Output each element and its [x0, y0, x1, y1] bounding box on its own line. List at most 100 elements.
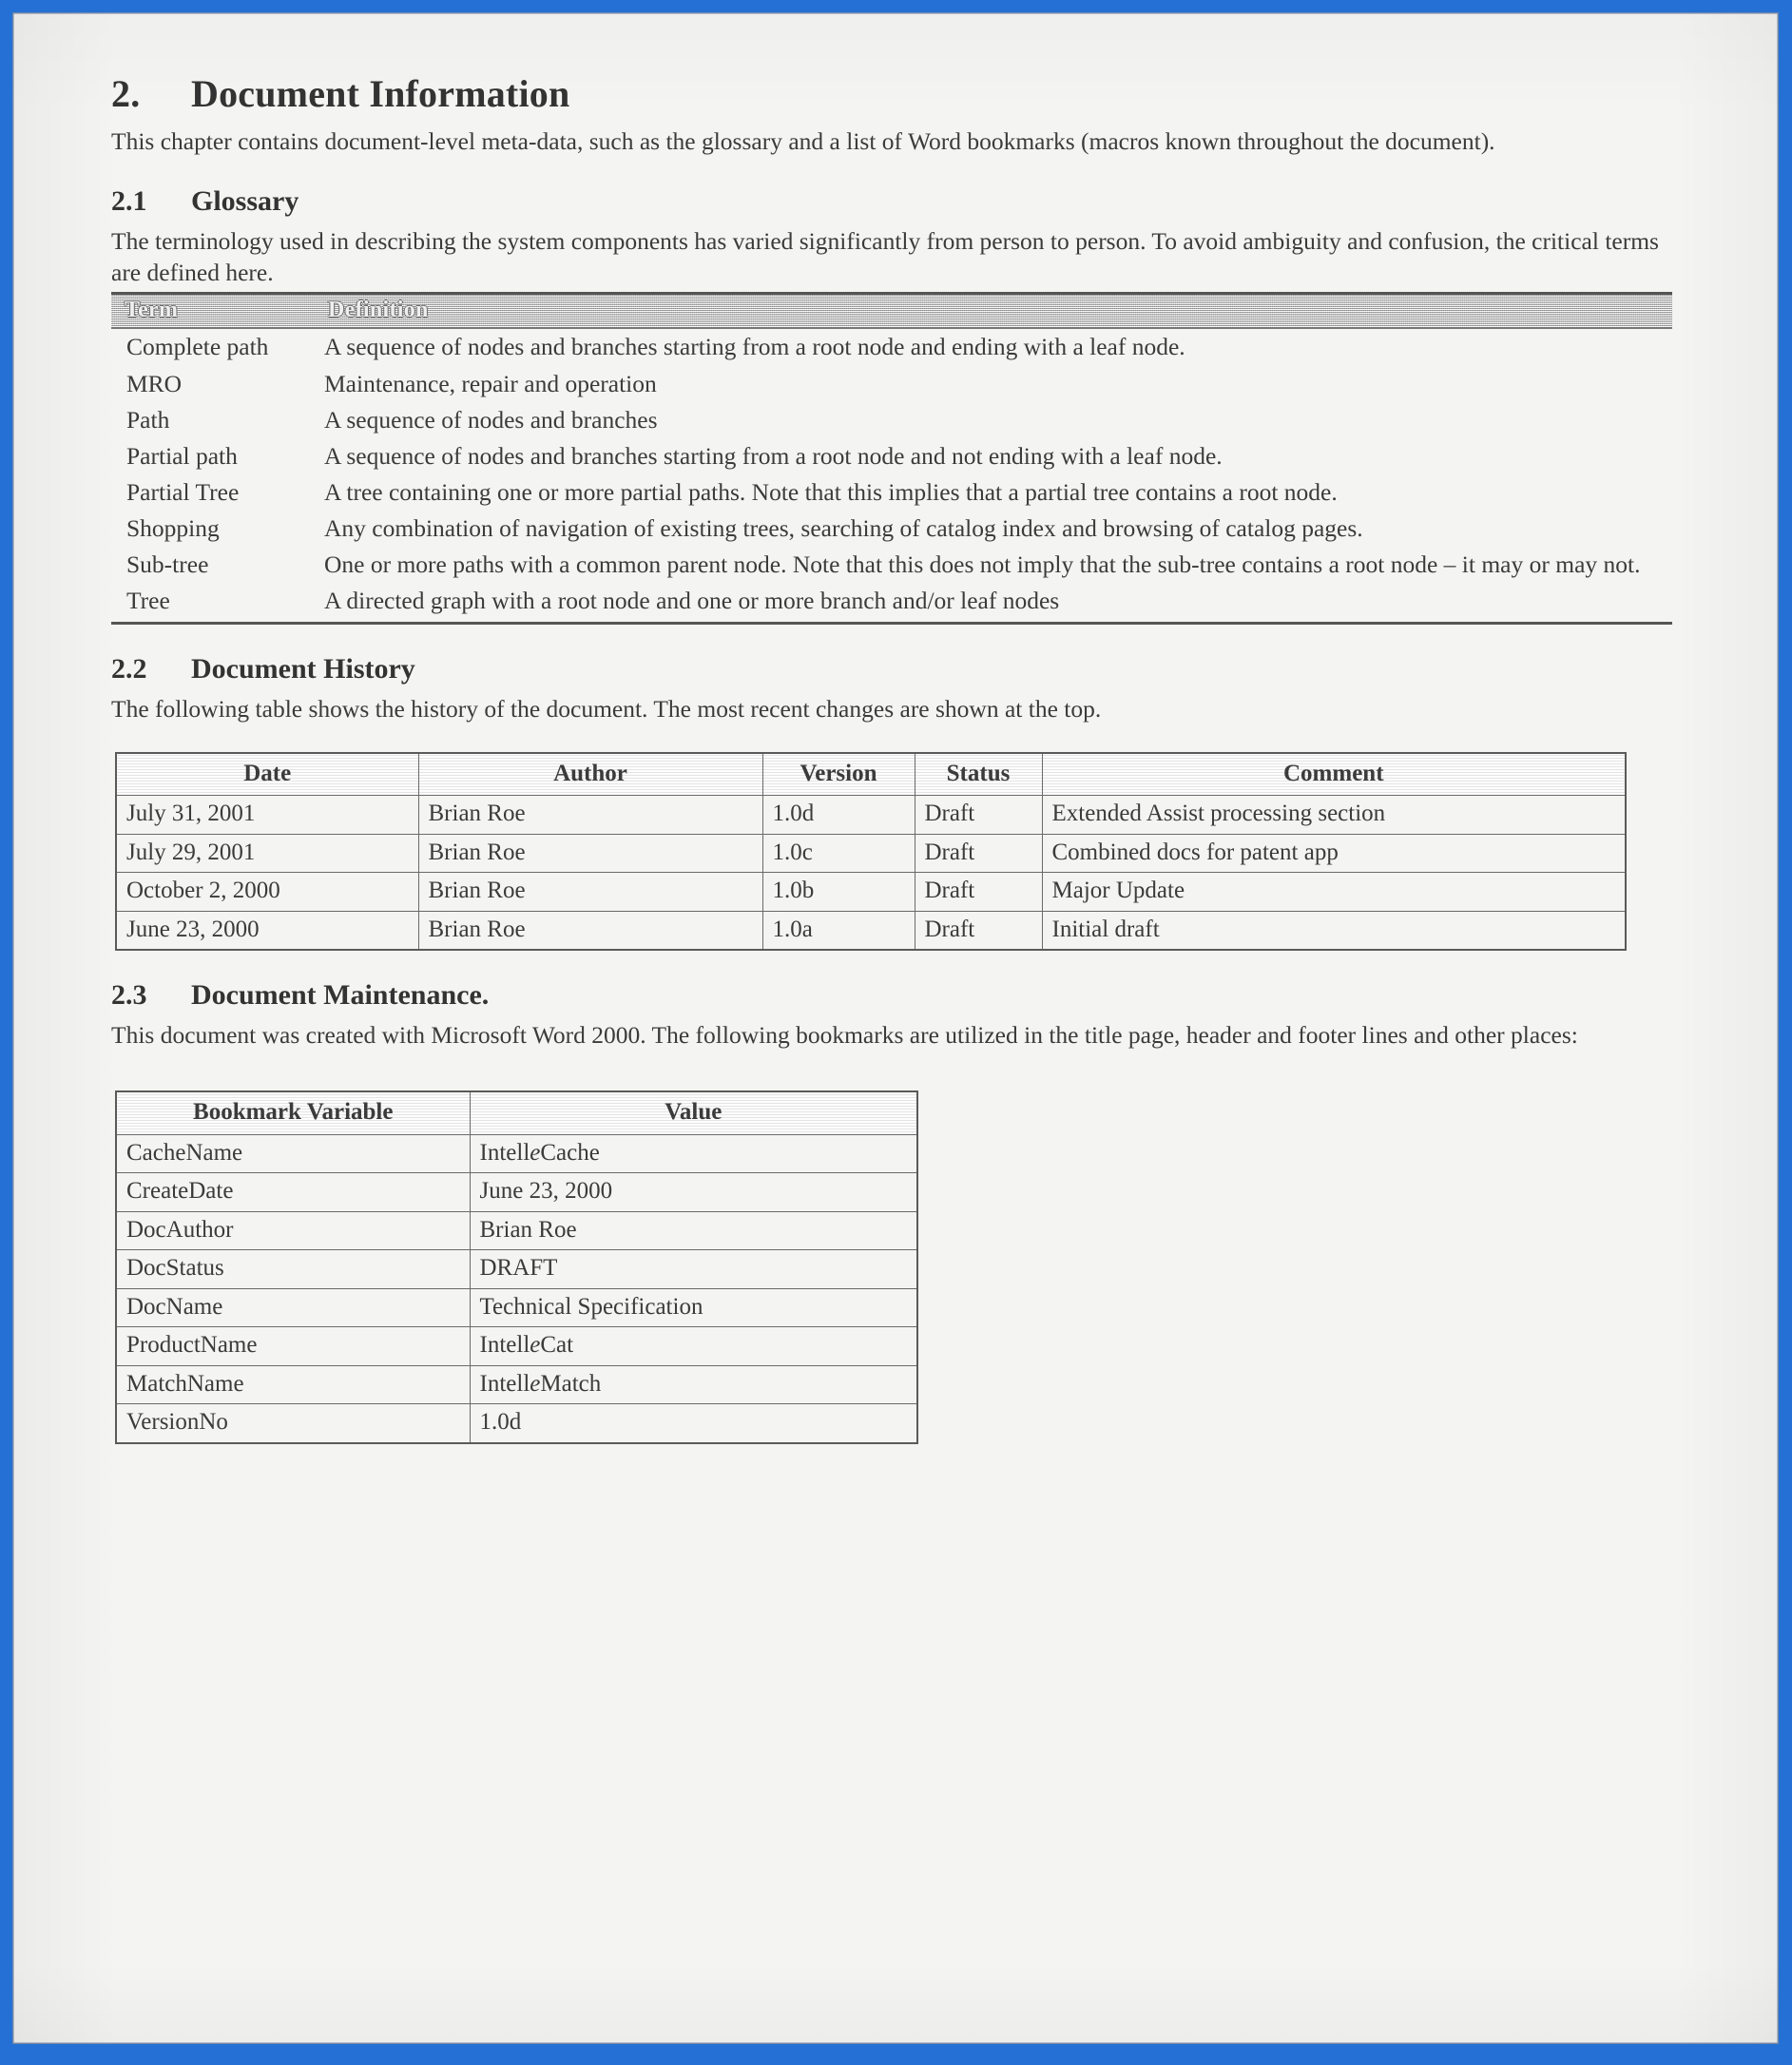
table-row: DocAuthor Brian Roe — [115, 1210, 918, 1251]
history-author: Brian Roe — [417, 833, 763, 874]
history-comment: Initial draft — [1041, 910, 1627, 951]
glossary-term: Partial path — [126, 441, 238, 470]
history-author: Brian Roe — [417, 910, 763, 951]
history-date: July 29, 2001 — [115, 833, 419, 874]
section-heading-history: 2.2 Document History — [111, 653, 1672, 685]
value-pre: Intell — [479, 1370, 530, 1397]
value-italic: e — [530, 1332, 541, 1359]
table-row: Complete path A sequence of nodes and br… — [111, 329, 1672, 365]
value-pre: DRAFT — [479, 1255, 558, 1282]
table-row: Partial path A sequence of nodes and bra… — [111, 438, 1672, 474]
glossary-definition: One or more paths with a common parent n… — [324, 550, 1641, 579]
page-border-frame: 2. Document Information This chapter con… — [0, 0, 1792, 2065]
table-row: July 31, 2001 Brian Roe 1.0d Draft Exten… — [115, 795, 1627, 835]
glossary-intro-paragraph: The terminology used in describing the s… — [111, 227, 1659, 287]
section-number-history: 2.2 — [111, 653, 147, 685]
history-status: Draft — [914, 872, 1043, 912]
table-row: October 2, 2000 Brian Roe 1.0b Draft Maj… — [115, 872, 1627, 912]
value-pre: Intell — [479, 1139, 530, 1166]
glossary-column-header-term: Term — [125, 298, 179, 323]
history-comment: Combined docs for patent app — [1041, 833, 1627, 874]
history-header-row: Date Author Version Status Comment — [115, 752, 1627, 797]
bookmark-value: IntelleCache — [469, 1133, 918, 1174]
chapter-heading: 2. Document Information — [111, 71, 1672, 116]
glossary-term: Partial Tree — [126, 477, 240, 506]
glossary-header-band: Term Definition — [111, 292, 1672, 330]
chapter-title: Document Information — [191, 72, 570, 115]
history-version: 1.0c — [761, 833, 915, 874]
history-comment: Extended Assist processing section — [1041, 795, 1627, 835]
history-intro-paragraph: The following table shows the history of… — [111, 695, 1102, 724]
history-column-header-status: Status — [914, 752, 1043, 797]
section-heading-maintenance: 2.3 Document Maintenance. — [111, 979, 1672, 1012]
glossary-column-header-definition: Definition — [328, 298, 429, 323]
bookmark-value: 1.0d — [469, 1403, 918, 1444]
document-page: 2. Document Information This chapter con… — [12, 12, 1779, 2044]
glossary-definition: Maintenance, repair and operation — [324, 369, 657, 397]
history-author: Brian Roe — [417, 795, 763, 835]
value-post: Cache — [540, 1139, 600, 1166]
section-heading-glossary: 2.1 Glossary — [111, 185, 1672, 218]
history-version: 1.0d — [761, 795, 915, 835]
bookmark-value: Brian Roe — [469, 1210, 918, 1251]
bookmark-variable: ProductName — [115, 1326, 471, 1366]
section-number-maintenance: 2.3 — [111, 979, 147, 1012]
bookmark-variable: CacheName — [115, 1133, 471, 1174]
bookmark-value: Technical Specification — [469, 1287, 918, 1328]
bookmark-variable: CreateDate — [115, 1172, 471, 1212]
history-date: October 2, 2000 — [115, 872, 419, 912]
glossary-definition: Any combination of navigation of existin… — [324, 514, 1363, 543]
history-comment: Major Update — [1041, 872, 1627, 912]
glossary-term: Shopping — [126, 514, 220, 543]
glossary-definition: A sequence of nodes and branches startin… — [324, 333, 1185, 361]
bookmark-value: IntelleCat — [469, 1326, 918, 1366]
glossary-term: Complete path — [126, 333, 269, 361]
bookmark-value: IntelleMatch — [469, 1364, 918, 1405]
table-row: ProductName IntelleCat — [115, 1326, 918, 1366]
glossary-term: Sub-tree — [126, 550, 209, 579]
history-date: June 23, 2000 — [115, 910, 419, 951]
table-row: Tree A directed graph with a root node a… — [111, 583, 1672, 626]
value-pre: Technical Specification — [479, 1293, 703, 1320]
bookmark-variable: DocName — [115, 1287, 471, 1328]
section-title-glossary: Glossary — [191, 185, 299, 218]
history-author: Brian Roe — [417, 872, 763, 912]
bookmark-value: DRAFT — [469, 1249, 918, 1289]
value-pre: Intell — [479, 1332, 530, 1359]
bookmark-column-header-value: Value — [469, 1090, 918, 1135]
value-italic: e — [530, 1139, 541, 1166]
section-title-maintenance: Document Maintenance. — [191, 979, 490, 1012]
section-number-glossary: 2.1 — [111, 185, 147, 218]
glossary-definition: A sequence of nodes and branches startin… — [324, 441, 1223, 470]
value-post: Cat — [540, 1332, 574, 1359]
table-row: June 23, 2000 Brian Roe 1.0a Draft Initi… — [115, 910, 1627, 951]
table-row: Path A sequence of nodes and branches — [111, 402, 1672, 438]
glossary-definition: A tree containing one or more partial pa… — [324, 477, 1338, 506]
value-pre: Brian Roe — [479, 1216, 577, 1243]
bookmark-variable: MatchName — [115, 1364, 471, 1405]
table-row: Partial Tree A tree containing one or mo… — [111, 474, 1672, 511]
history-version: 1.0a — [761, 910, 915, 951]
history-column-header-date: Date — [115, 752, 419, 797]
section-title-history: Document History — [191, 653, 415, 685]
value-italic: e — [530, 1370, 541, 1397]
glossary-definition: A directed graph with a root node and on… — [313, 583, 1672, 626]
value-pre: 1.0d — [479, 1409, 522, 1436]
history-status: Draft — [914, 910, 1043, 951]
table-row: CacheName IntelleCache — [115, 1133, 918, 1174]
chapter-intro-paragraph: This chapter contains document-level met… — [111, 127, 1495, 155]
glossary-term: MRO — [126, 369, 183, 397]
history-column-header-author: Author — [417, 752, 763, 797]
table-row: MRO Maintenance, repair and operation — [111, 366, 1672, 402]
history-date: July 31, 2001 — [115, 795, 419, 835]
glossary-definition: A sequence of nodes and branches — [324, 405, 658, 434]
bookmark-variable: VersionNo — [115, 1403, 471, 1444]
document-history-table: Date Author Version Status Comment July … — [115, 751, 1627, 952]
value-post: Match — [540, 1370, 602, 1397]
table-row: CreateDate June 23, 2000 — [115, 1172, 918, 1212]
bookmark-header-row: Bookmark Variable Value — [115, 1090, 918, 1135]
history-version: 1.0b — [761, 872, 915, 912]
bookmark-variables-table: Bookmark Variable Value CacheName Intell… — [115, 1090, 918, 1444]
document-body: 2. Document Information This chapter con… — [111, 71, 1672, 1444]
value-pre: June 23, 2000 — [479, 1178, 613, 1205]
